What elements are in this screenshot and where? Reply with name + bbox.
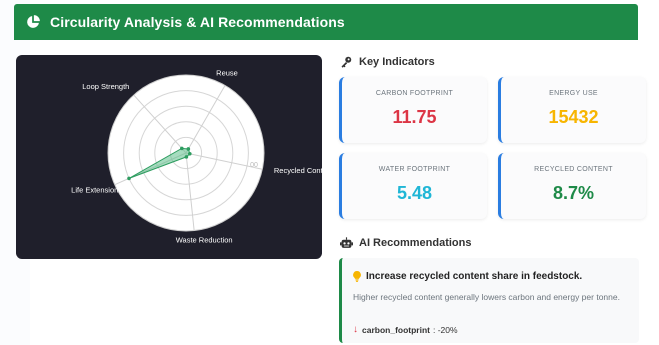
radar-scale-label: 00 [250,162,258,169]
kpi-label: CARBON FOOTPRINT [375,90,454,97]
kpi-card-energy-use: ENERGY USE 15432 [498,77,646,143]
arrow-down-icon: ↓ [353,324,358,335]
recommendation-card: Increase recycled content share in feeds… [339,258,639,343]
radar-data-point [188,152,192,156]
robot-icon [339,236,353,250]
kpi-label: RECYCLED CONTENT [534,166,613,173]
kpi-card-water-footprint: WATER FOOTPRINT 5.48 [339,153,487,219]
radar-chart: 00 Reuse Recycled Cont Waste Reduction Life … [71,68,322,245]
lightbulb-icon [353,271,361,282]
radar-data-point [127,176,131,181]
ai-recommendations-title: AI Recommendations [339,236,471,250]
kpi-label: WATER FOOTPRINT [378,166,451,173]
key-icon [339,55,353,69]
key-indicators-title: Key Indicators [339,55,435,69]
kpi-card-carbon-footprint: CARBON FOOTPRINT 11.75 [339,77,487,143]
pie-chart-icon [24,13,42,31]
recommendation-title: Increase recycled content share in feeds… [366,271,583,282]
radar-chart-card: 00 Reuse Recycled Cont Waste Reduction Life … [16,55,322,259]
kpi-label: ENERGY USE [549,90,598,97]
page-title: Circularity Analysis & AI Recommendation… [50,14,345,30]
section-header: Circularity Analysis & AI Recommendation… [14,4,638,40]
radar-axis-label: Life Extension [71,186,118,195]
impact-value: : -20% [433,324,458,335]
impact-metric: carbon_footprint [362,324,430,335]
radar-axis-label: Recycled Cont [274,166,322,175]
radar-data-point [180,146,184,151]
kpi-value: 15432 [548,107,599,127]
recommendation-heading: Increase recycled content share in feeds… [353,271,582,282]
kpi-value: 8.7% [552,183,595,203]
ai-recommendations-label: AI Recommendations [359,237,472,249]
radar-data-point [186,147,191,151]
kpi-value: 11.75 [392,107,437,127]
kpi-value: 5.48 [396,183,433,203]
radar-axis-label: Waste Reduction [176,236,233,245]
recommendation-impact: ↓ carbon_footprint : -20% [353,324,458,335]
recommendation-description: Higher recycled content generally lowers… [353,292,620,302]
radar-data-point [184,155,189,159]
kpi-card-recycled-content: RECYCLED CONTENT 8.7% [498,153,646,219]
key-indicators-label: Key Indicators [359,56,435,68]
radar-axis-label: Reuse [216,68,238,77]
radar-axis-label: Loop Strength [82,82,129,91]
